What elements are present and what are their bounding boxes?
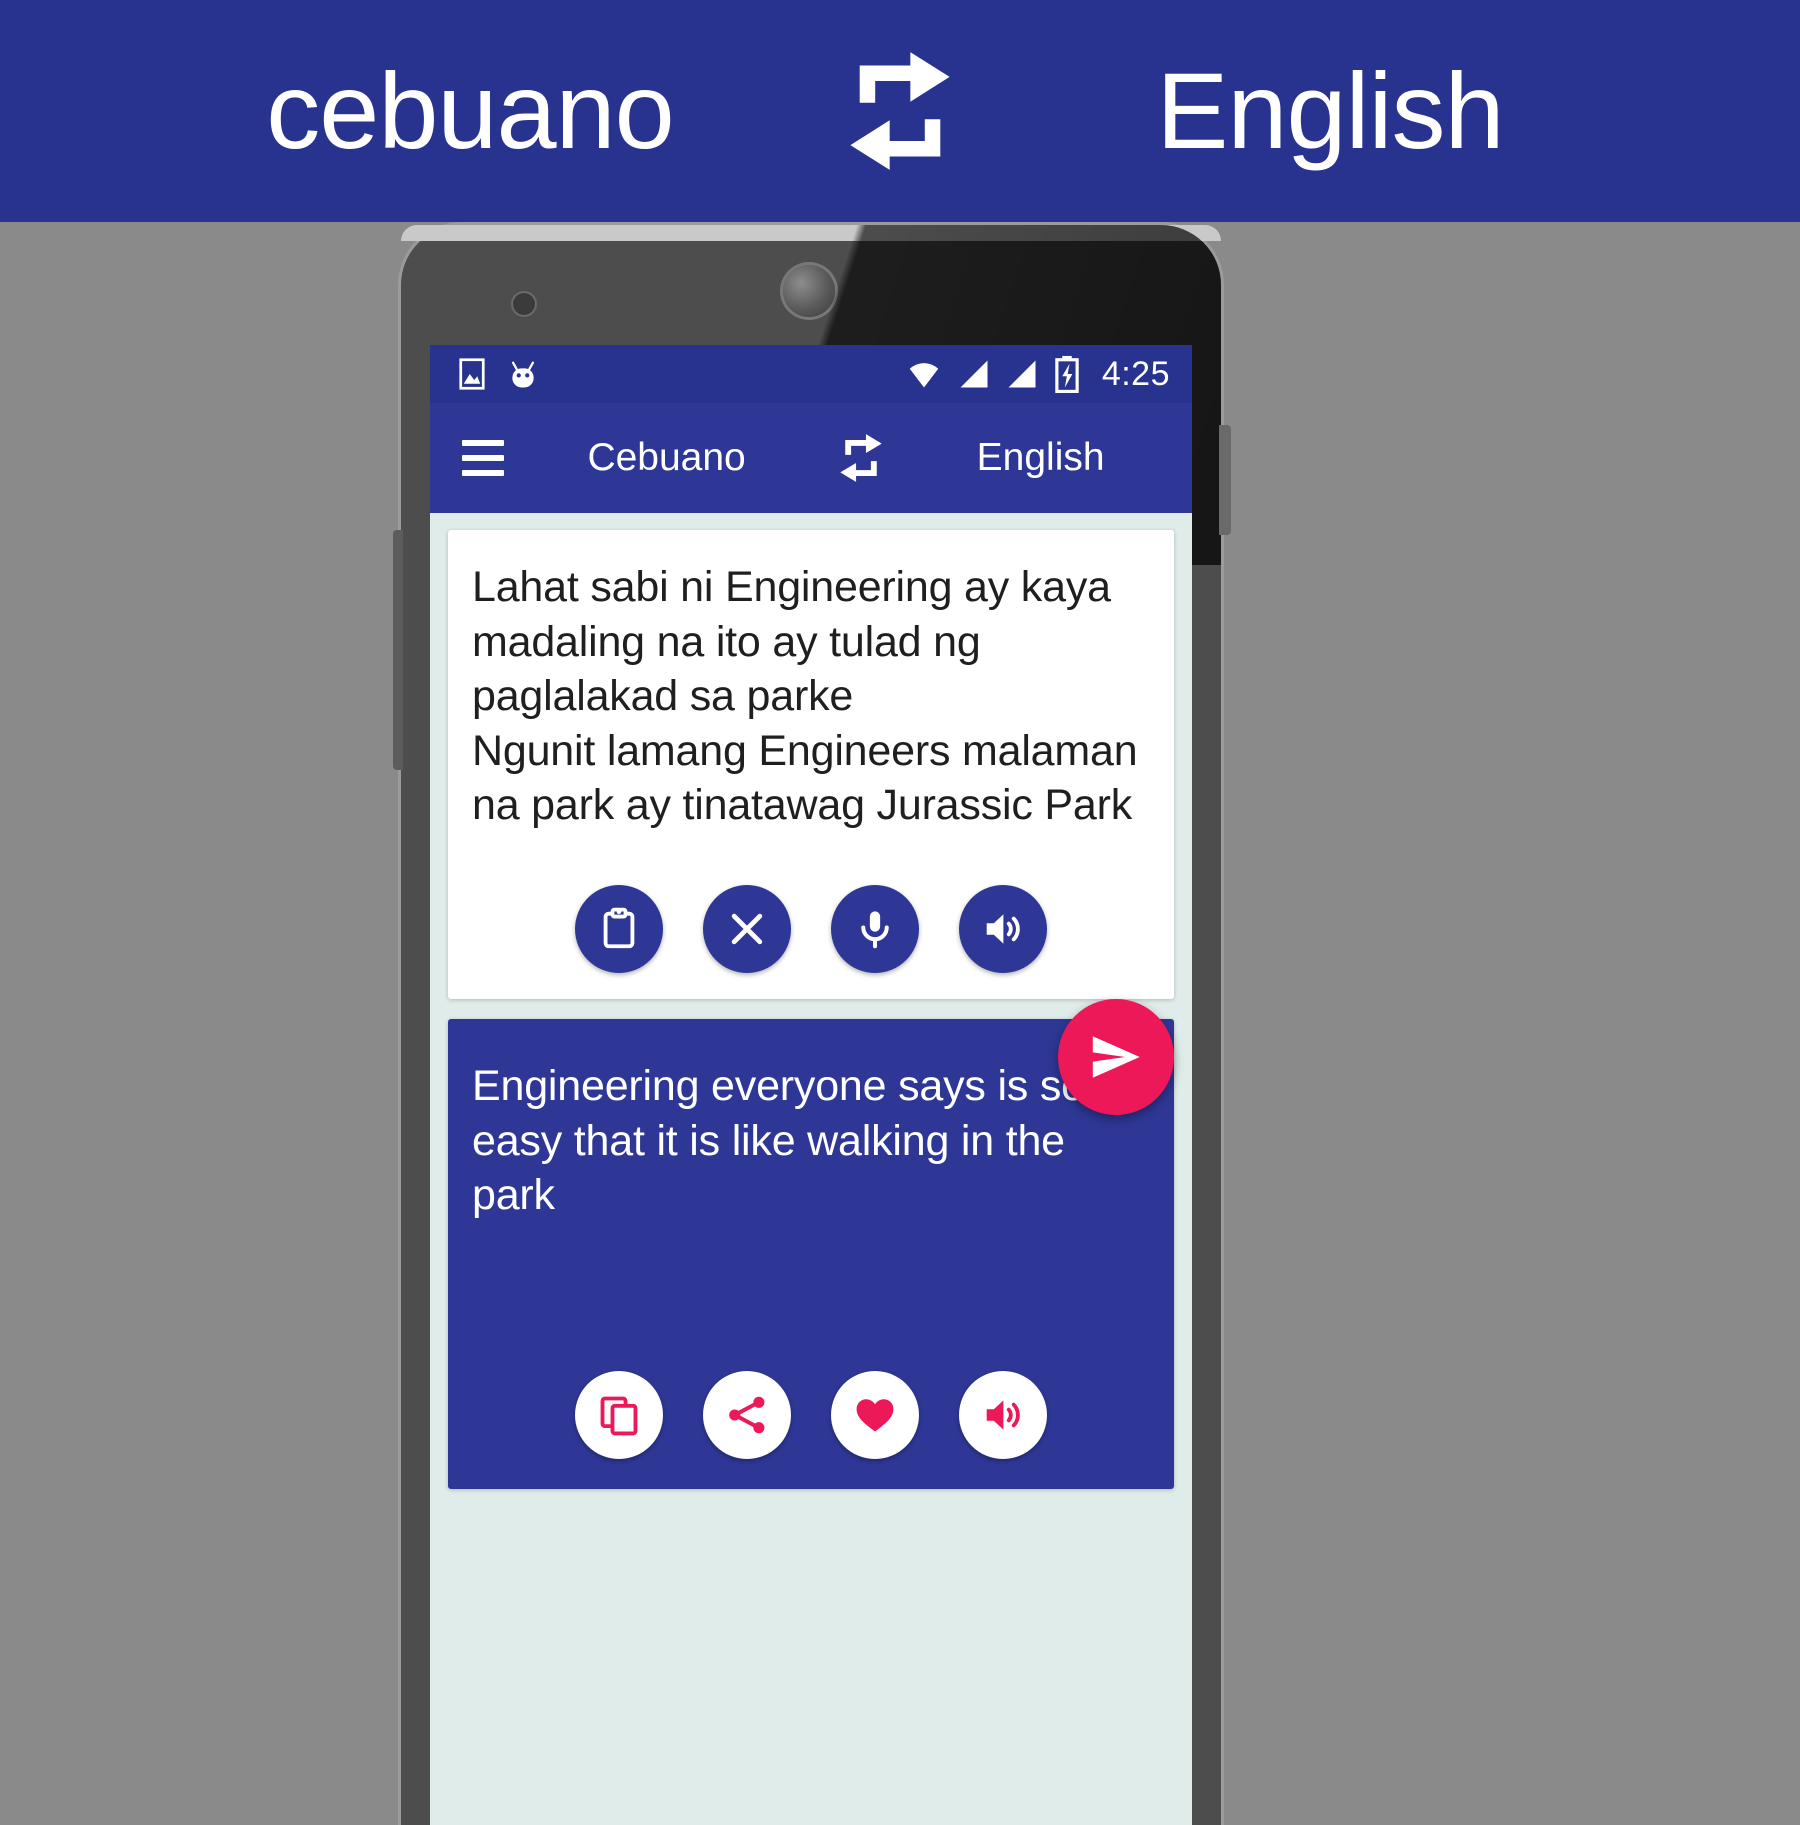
banner-target-language: English bbox=[1156, 50, 1504, 171]
translator-content: Lahat sabi ni Engineering ay kaya madali… bbox=[430, 513, 1192, 1825]
paste-button[interactable] bbox=[575, 885, 663, 974]
hamburger-menu-icon[interactable] bbox=[448, 440, 518, 476]
image-icon bbox=[454, 356, 490, 392]
battery-charging-icon bbox=[1052, 355, 1082, 393]
translated-text-card: Engineering everyone says is so easy tha… bbox=[448, 1019, 1174, 1490]
share-button[interactable] bbox=[703, 1371, 791, 1460]
send-icon bbox=[1087, 1028, 1145, 1086]
heart-icon bbox=[852, 1392, 898, 1438]
target-action-row bbox=[448, 1371, 1174, 1460]
clipboard-icon bbox=[596, 906, 642, 952]
android-robot-icon bbox=[506, 356, 540, 392]
status-bar: 4:25 bbox=[430, 345, 1192, 403]
phone-top-rim bbox=[401, 225, 1221, 241]
speaker-icon bbox=[980, 906, 1026, 952]
source-text-card: Lahat sabi ni Engineering ay kaya madali… bbox=[448, 530, 1174, 1000]
promo-banner: cebuano English bbox=[0, 0, 1800, 222]
speaker-icon bbox=[980, 1392, 1026, 1438]
source-text[interactable]: Lahat sabi ni Engineering ay kaya madali… bbox=[448, 560, 1174, 833]
phone-screen: 4:25 Cebuano English Lahat sabi ni Engin… bbox=[430, 345, 1192, 1825]
app-bar: Cebuano English bbox=[430, 403, 1192, 513]
close-icon bbox=[725, 907, 769, 951]
power-button[interactable] bbox=[393, 530, 403, 770]
microphone-icon bbox=[853, 907, 897, 951]
signal-icon bbox=[1004, 356, 1040, 392]
voice-input-button[interactable] bbox=[831, 885, 919, 974]
speak-target-button[interactable] bbox=[959, 1371, 1047, 1460]
target-language-selector[interactable]: English bbox=[907, 436, 1174, 480]
source-action-row bbox=[448, 885, 1174, 974]
send-translate-button[interactable] bbox=[1058, 999, 1174, 1115]
copy-button[interactable] bbox=[575, 1371, 663, 1460]
wifi-icon bbox=[904, 356, 944, 392]
copy-icon bbox=[596, 1392, 642, 1438]
banner-swap-icon bbox=[820, 49, 980, 173]
clear-button[interactable] bbox=[703, 885, 791, 974]
source-language-selector[interactable]: Cebuano bbox=[518, 436, 815, 480]
front-camera-icon bbox=[513, 293, 535, 315]
phone-mockup: 4:25 Cebuano English Lahat sabi ni Engin… bbox=[393, 225, 1231, 1825]
signal-icon bbox=[956, 356, 992, 392]
favorite-button[interactable] bbox=[831, 1371, 919, 1460]
speak-source-button[interactable] bbox=[959, 885, 1047, 974]
swap-languages-icon[interactable] bbox=[815, 431, 907, 485]
earpiece-sensor bbox=[783, 265, 835, 317]
volume-button[interactable] bbox=[1219, 425, 1231, 535]
share-icon bbox=[724, 1392, 770, 1438]
status-bar-clock: 4:25 bbox=[1101, 354, 1170, 393]
banner-source-language: cebuano bbox=[266, 50, 674, 171]
